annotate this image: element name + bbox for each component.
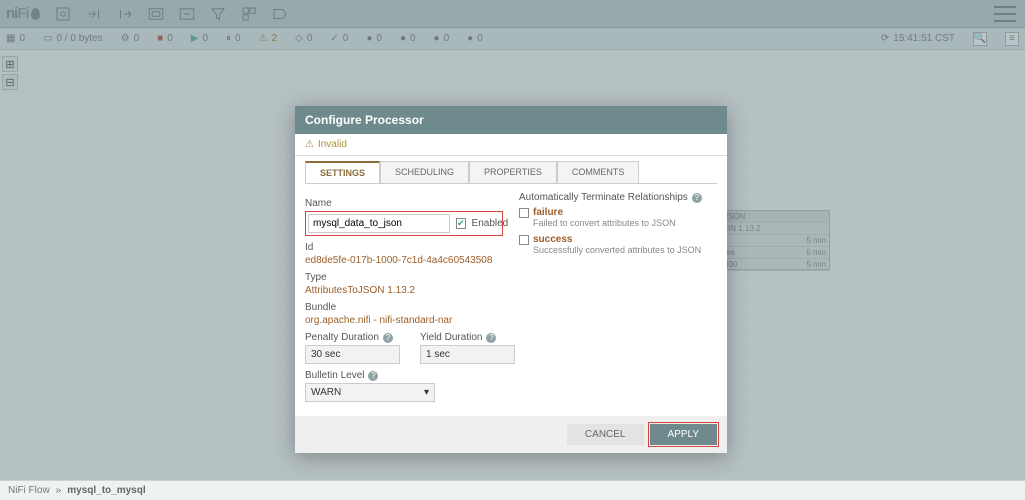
dialog-tabs: SETTINGS SCHEDULING PROPERTIES COMMENTS <box>295 156 727 183</box>
chevron-down-icon: ▾ <box>424 387 429 398</box>
bundle-value: org.apache.nifi - nifi-standard-nar <box>305 315 503 326</box>
relationship-item: failure Failed to convert attributes to … <box>519 207 717 228</box>
tab-scheduling[interactable]: SCHEDULING <box>380 161 469 183</box>
help-icon[interactable]: ? <box>368 371 378 381</box>
type-value: AttributesToJSON 1.13.2 <box>305 285 503 296</box>
rel-checkbox[interactable] <box>519 208 529 218</box>
yield-label: Yield Duration? <box>420 332 515 343</box>
rel-name: success <box>533 234 572 245</box>
relationships-title: Automatically Terminate Relationships? <box>519 192 717 203</box>
penalty-input[interactable]: 30 sec <box>305 345 400 364</box>
type-label: Type <box>305 272 503 283</box>
enabled-checkbox[interactable]: ✔ <box>456 218 466 229</box>
apply-button[interactable]: APPLY <box>650 424 718 445</box>
id-value: ed8de5fe-017b-1000-7c1d-4a4c60543508 <box>305 255 503 266</box>
watermark: CSDN @刘_0952 <box>940 463 1019 478</box>
name-label: Name <box>305 198 503 209</box>
rel-desc: Successfully converted attributes to JSO… <box>533 245 717 255</box>
breadcrumb-bar: NiFi Flow » mysql_to_mysql <box>0 480 1025 500</box>
tab-properties[interactable]: PROPERTIES <box>469 161 557 183</box>
warn-icon: ⚠ <box>305 139 314 150</box>
cancel-button[interactable]: CANCEL <box>567 424 644 445</box>
bulletin-label: Bulletin Level? <box>305 370 503 381</box>
enabled-label: Enabled <box>472 218 509 229</box>
name-field-highlight: ✔ Enabled <box>305 211 503 236</box>
tab-settings[interactable]: SETTINGS <box>305 161 380 183</box>
dialog-footer: CANCEL APPLY <box>295 416 727 453</box>
breadcrumb-sep: » <box>56 485 62 496</box>
bulletin-select[interactable]: WARN▾ <box>305 383 435 402</box>
yield-input[interactable]: 1 sec <box>420 345 515 364</box>
id-label: Id <box>305 242 503 253</box>
right-column: Automatically Terminate Relationships? f… <box>519 192 717 402</box>
help-icon[interactable]: ? <box>486 333 496 343</box>
breadcrumb-current[interactable]: mysql_to_mysql <box>67 485 145 496</box>
tab-comments[interactable]: COMMENTS <box>557 161 640 183</box>
status-text: Invalid <box>318 139 347 150</box>
relationship-item: success Successfully converted attribute… <box>519 234 717 255</box>
help-icon[interactable]: ? <box>383 333 393 343</box>
left-column: Name ✔ Enabled Id ed8de5fe-017b-1000-7c1… <box>305 192 503 402</box>
configure-processor-dialog: Configure Processor ⚠ Invalid SETTINGS S… <box>295 106 727 453</box>
tab-body: Name ✔ Enabled Id ed8de5fe-017b-1000-7c1… <box>305 183 717 416</box>
processor-name-input[interactable] <box>308 214 450 233</box>
rel-name: failure <box>533 207 563 218</box>
bundle-label: Bundle <box>305 302 503 313</box>
rel-desc: Failed to convert attributes to JSON <box>533 218 717 228</box>
dialog-title: Configure Processor <box>295 106 727 134</box>
breadcrumb-root[interactable]: NiFi Flow <box>8 485 50 496</box>
rel-checkbox[interactable] <box>519 235 529 245</box>
help-icon[interactable]: ? <box>692 193 702 203</box>
dialog-status: ⚠ Invalid <box>295 134 727 156</box>
penalty-label: Penalty Duration? <box>305 332 400 343</box>
